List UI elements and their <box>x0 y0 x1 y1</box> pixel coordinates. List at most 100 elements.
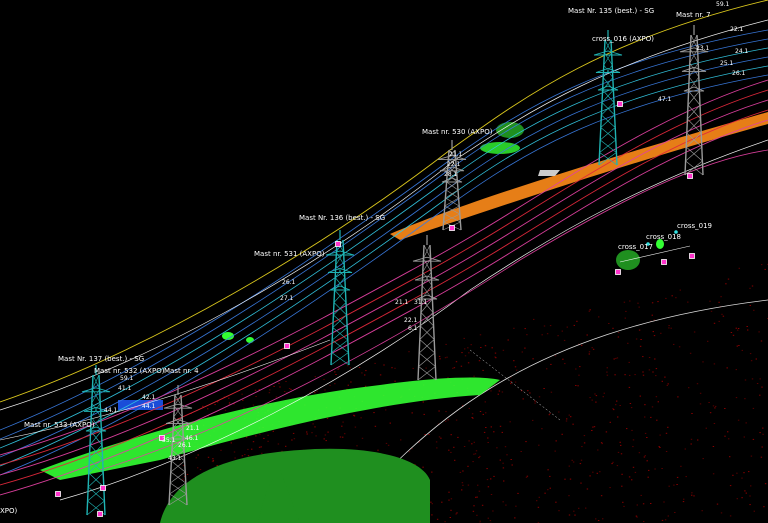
terrain-point <box>736 472 738 474</box>
terrain-point <box>506 454 508 456</box>
terrain-point <box>501 431 503 433</box>
pylon-lattice <box>87 472 105 488</box>
terrain-point <box>648 357 651 358</box>
terrain-point <box>572 461 575 463</box>
terrain-point <box>618 332 620 334</box>
terrain-point <box>431 471 433 473</box>
terrain-point <box>651 302 654 304</box>
pylon-lattice <box>334 277 346 291</box>
terrain-point <box>475 450 478 452</box>
terrain-point <box>725 283 727 285</box>
terrain-point <box>688 387 690 389</box>
terrain-point <box>400 439 402 441</box>
terrain-point <box>525 441 527 443</box>
terrain-point <box>490 426 492 428</box>
conductor-tag: 44.1 <box>142 403 156 410</box>
terrain-point <box>197 454 199 456</box>
label-edge-left: XPO) <box>0 507 18 515</box>
terrain-point <box>438 410 440 412</box>
terrain-point <box>626 428 628 430</box>
terrain-point <box>761 264 763 266</box>
conductor-wire-red <box>0 119 768 496</box>
terrain-point <box>574 514 576 516</box>
point-cloud-viewport[interactable]: Mast Nr. 135 (best.) - SG Mast nr. 7 cro… <box>0 0 768 523</box>
terrain-point <box>448 499 450 501</box>
terrain-point <box>448 449 450 451</box>
terrain-point <box>482 369 484 371</box>
terrain-point <box>729 485 732 487</box>
terrain-point <box>391 367 393 369</box>
terrain-point <box>473 441 475 443</box>
terrain-point <box>353 415 356 417</box>
terrain-point <box>620 444 622 446</box>
terrain-point <box>661 519 664 521</box>
terrain-point <box>450 509 452 511</box>
terrain-point <box>589 475 591 477</box>
terrain-point <box>501 391 504 393</box>
terrain-point <box>679 289 681 291</box>
terrain-point <box>521 351 523 353</box>
terrain-point <box>389 422 391 424</box>
terrain-point <box>467 465 469 467</box>
terrain-point <box>644 455 646 457</box>
terrain-point <box>666 384 668 386</box>
terrain-point <box>293 438 296 440</box>
terrain-point <box>462 484 464 486</box>
terrain-point <box>279 386 281 388</box>
terrain-point <box>356 445 358 447</box>
terrain-point <box>431 514 433 516</box>
terrain-point <box>428 433 430 435</box>
terrain-point <box>263 437 265 439</box>
terrain-point <box>379 374 382 376</box>
terrain-point <box>546 368 548 370</box>
terrain-point <box>597 520 600 521</box>
terrain-point <box>600 495 603 497</box>
conductor-wire-red <box>0 109 768 486</box>
terrain-point <box>578 507 580 509</box>
terrain-point <box>377 449 379 451</box>
terrain-point <box>335 374 337 375</box>
terrain-point <box>629 300 631 302</box>
terrain-point <box>311 432 313 434</box>
terrain-point <box>562 358 564 360</box>
terrain-point <box>374 362 376 364</box>
terrain-point <box>306 433 308 435</box>
terrain-point <box>445 343 447 345</box>
terrain-point <box>593 426 596 428</box>
label-mast-7: Mast nr. 7 <box>676 11 711 19</box>
terrain-point <box>595 395 598 397</box>
terrain-point <box>424 434 426 435</box>
terrain-point <box>478 360 481 362</box>
terrain-point <box>665 432 668 434</box>
terrain-point <box>537 506 540 508</box>
terrain-point <box>259 433 261 435</box>
terrain-point <box>479 411 482 412</box>
pylon-lattice <box>600 127 616 141</box>
terrain-point <box>522 398 524 400</box>
terrain-point <box>342 421 344 423</box>
terrain-point <box>360 417 362 419</box>
terrain-point <box>621 473 623 475</box>
terrain-point <box>753 309 755 311</box>
pylon-lattice <box>601 102 615 116</box>
terrain-point <box>275 396 278 398</box>
terrain-point <box>430 501 432 503</box>
terrain-point <box>514 366 517 368</box>
terrain-point <box>600 442 603 444</box>
terrain-point <box>450 451 452 453</box>
terrain-point <box>720 512 723 514</box>
terrain-point <box>592 426 594 428</box>
terrain-point <box>438 355 441 357</box>
terrain-point <box>673 484 675 486</box>
terrain-point <box>247 455 250 457</box>
terrain-point <box>748 471 750 473</box>
terrain-point <box>656 419 658 421</box>
terrain-point <box>212 458 214 460</box>
terrain-point <box>514 381 517 383</box>
terrain-point <box>598 316 600 318</box>
terrain-point <box>616 465 619 467</box>
terrain-point <box>737 328 740 329</box>
terrain-point <box>486 468 488 470</box>
terrain-point <box>701 510 703 512</box>
terrain-point <box>713 322 716 324</box>
